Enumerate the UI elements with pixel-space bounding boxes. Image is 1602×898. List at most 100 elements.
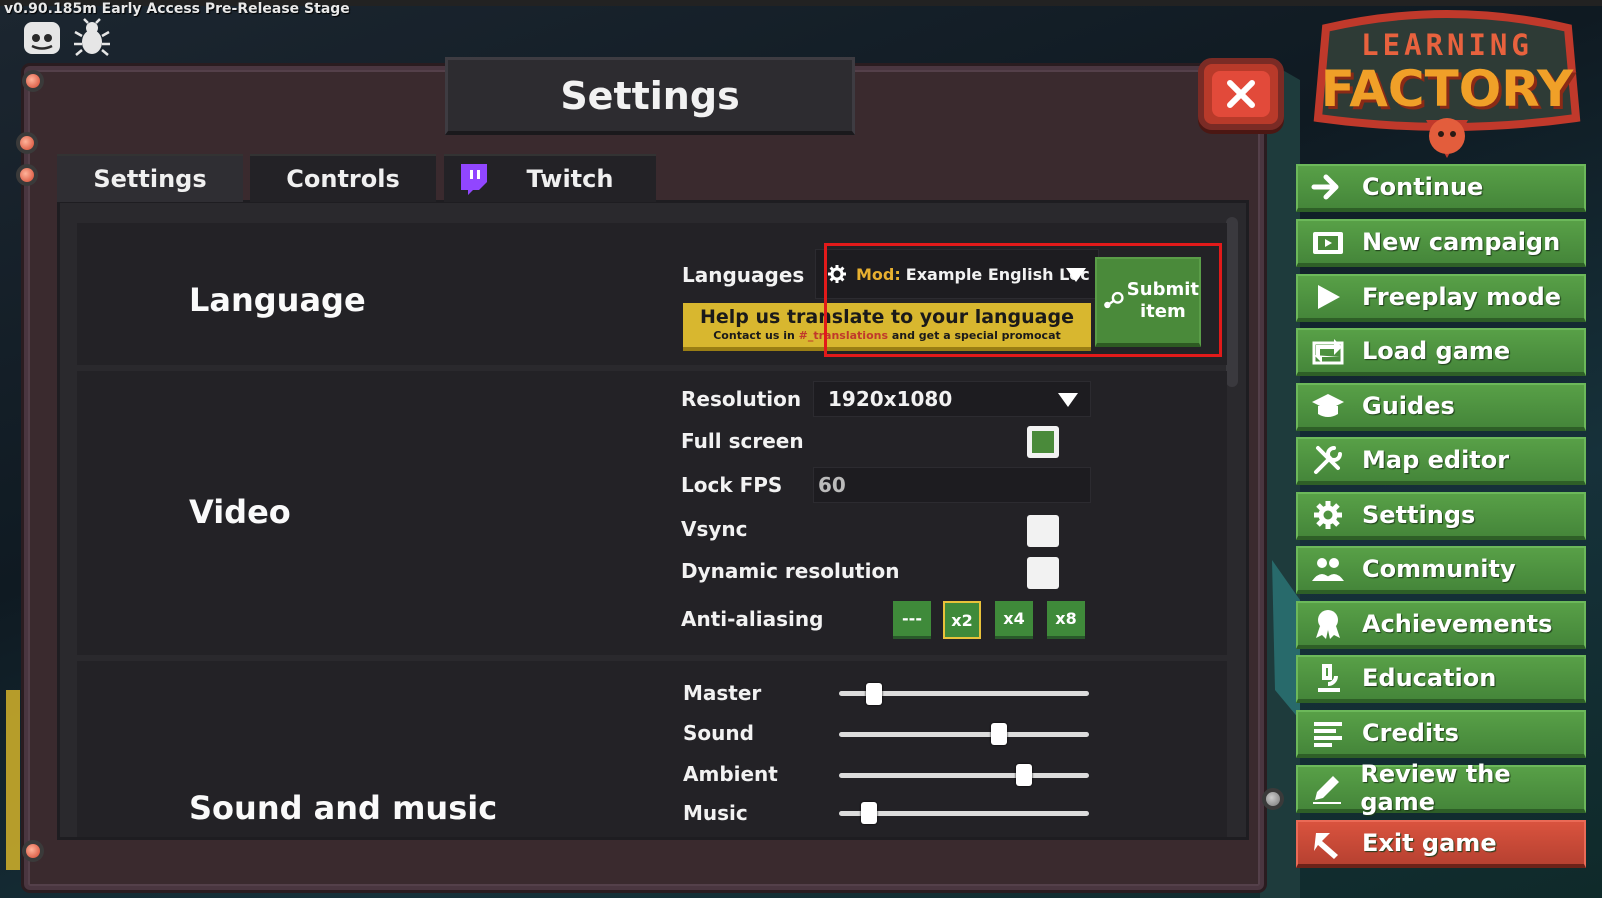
master-label: Master bbox=[683, 681, 762, 705]
graduation-cap-icon bbox=[1308, 390, 1348, 422]
help-title: Help us translate to your language bbox=[700, 306, 1074, 328]
submit-item-button[interactable]: Submit item bbox=[1095, 257, 1201, 347]
reload-icon bbox=[1308, 335, 1348, 367]
scrollbar[interactable] bbox=[1226, 217, 1238, 387]
resolution-value: 1920x1080 bbox=[828, 387, 953, 411]
translation-help-banner[interactable]: Help us translate to your language Conta… bbox=[683, 303, 1091, 351]
music-slider-handle[interactable] bbox=[861, 802, 877, 824]
lockfps-input[interactable]: 60 bbox=[813, 467, 1091, 503]
section-title: Sound and music bbox=[189, 789, 498, 827]
frame-lamp bbox=[22, 70, 44, 92]
selected-language: Example English Loc bbox=[905, 264, 1090, 284]
aa-option-x2[interactable]: x2 bbox=[943, 601, 981, 639]
fullscreen-checkbox[interactable] bbox=[1027, 426, 1059, 458]
menu-button-label: Freeplay mode bbox=[1362, 283, 1562, 311]
gear-icon bbox=[828, 265, 846, 283]
menu-button-label: Continue bbox=[1362, 173, 1484, 201]
version-label: v0.90.185m Early Access Pre-Release Stag… bbox=[4, 1, 350, 17]
settings-content[interactable]: Language Languages Mod: Example English … bbox=[57, 200, 1249, 840]
dynres-label: Dynamic resolution bbox=[681, 559, 900, 583]
menu-button-label: Guides bbox=[1362, 392, 1455, 420]
tab-twitch[interactable]: Twitch bbox=[444, 154, 656, 202]
tab-label: Controls bbox=[286, 165, 400, 193]
menu-button-map-editor[interactable]: Map editor bbox=[1296, 437, 1586, 485]
microscope-icon bbox=[1308, 662, 1348, 694]
resolution-dropdown[interactable]: 1920x1080 bbox=[813, 381, 1091, 417]
menu-button-achievements[interactable]: Achievements bbox=[1296, 601, 1586, 649]
master-slider-handle[interactable] bbox=[866, 683, 882, 705]
sound-section: Sound and music Master Sound Ambient Mus… bbox=[77, 661, 1227, 837]
chevron-down-icon bbox=[1058, 393, 1078, 407]
bug-report-icon[interactable] bbox=[72, 18, 112, 58]
tools-icon bbox=[1308, 444, 1348, 476]
aa-option-x8[interactable]: x8 bbox=[1047, 601, 1085, 639]
arrow-right-icon bbox=[1308, 171, 1348, 203]
ambient-label: Ambient bbox=[683, 762, 778, 786]
sound-slider[interactable] bbox=[839, 732, 1089, 737]
list-icon bbox=[1308, 717, 1348, 749]
tab-controls[interactable]: Controls bbox=[250, 154, 436, 202]
menu-button-exit-game[interactable]: Exit game bbox=[1296, 820, 1586, 868]
tab-settings[interactable]: Settings bbox=[57, 154, 243, 202]
video-section: Video Resolution 1920x1080 Full screen L… bbox=[77, 371, 1227, 655]
steam-icon bbox=[1104, 291, 1124, 309]
logo-line1: LEARNING bbox=[1361, 28, 1533, 62]
menu-button-freeplay-mode[interactable]: Freeplay mode bbox=[1296, 274, 1586, 322]
language-section: Language Languages Mod: Example English … bbox=[77, 223, 1227, 365]
exit-icon bbox=[1308, 827, 1348, 859]
menu-button-community[interactable]: Community bbox=[1296, 546, 1586, 594]
menu-button-label: New campaign bbox=[1362, 228, 1561, 256]
menu-button-label: Exit game bbox=[1362, 829, 1497, 857]
menu-button-guides[interactable]: Guides bbox=[1296, 383, 1586, 431]
close-button[interactable] bbox=[1198, 58, 1284, 130]
aa-option-x4[interactable]: x4 bbox=[995, 601, 1033, 639]
help-sub-suffix: and get a special promocat bbox=[891, 329, 1061, 342]
logo-line2: FACTORY bbox=[1320, 60, 1574, 118]
award-icon bbox=[1308, 608, 1348, 640]
menu-button-load-game[interactable]: Load game bbox=[1296, 328, 1586, 376]
menu-button-credits[interactable]: Credits bbox=[1296, 710, 1586, 758]
language-dropdown[interactable]: Mod: Example English Loc bbox=[815, 249, 1099, 299]
play-icon bbox=[1308, 281, 1348, 313]
close-icon bbox=[1227, 80, 1255, 108]
ambient-slider[interactable] bbox=[839, 773, 1089, 778]
help-channel: #_translations bbox=[798, 329, 888, 342]
menu-button-label: Education bbox=[1362, 664, 1497, 692]
sound-slider-handle[interactable] bbox=[991, 723, 1007, 745]
mod-prefix: Mod: bbox=[856, 264, 901, 284]
window-title: Settings bbox=[445, 57, 855, 135]
submit-label: Submit bbox=[1126, 279, 1199, 300]
people-icon bbox=[1308, 553, 1348, 585]
section-title: Language bbox=[189, 281, 366, 319]
vsync-label: Vsync bbox=[681, 517, 748, 541]
chevron-down-icon bbox=[1066, 268, 1086, 282]
lockfps-label: Lock FPS bbox=[681, 473, 783, 497]
resolution-label: Resolution bbox=[681, 387, 802, 411]
menu-button-label: Achievements bbox=[1362, 610, 1553, 638]
ambient-slider-handle[interactable] bbox=[1016, 764, 1032, 786]
dynres-checkbox[interactable] bbox=[1027, 557, 1059, 589]
menu-button-label: Community bbox=[1362, 555, 1516, 583]
aa-label: Anti-aliasing bbox=[681, 607, 824, 631]
menu-button-label: Credits bbox=[1362, 719, 1459, 747]
menu-button-education[interactable]: Education bbox=[1296, 655, 1586, 703]
menu-button-label: Map editor bbox=[1362, 446, 1510, 474]
languages-label: Languages bbox=[682, 263, 805, 287]
tab-label: Twitch bbox=[526, 165, 614, 193]
menu-button-label: Load game bbox=[1362, 337, 1511, 365]
lockfps-value: 60 bbox=[818, 473, 846, 497]
film-icon bbox=[1308, 226, 1348, 258]
vsync-checkbox[interactable] bbox=[1027, 515, 1059, 547]
menu-button-review-the-game[interactable]: Review the game bbox=[1296, 760, 1586, 816]
fullscreen-label: Full screen bbox=[681, 429, 804, 453]
menu-button-settings[interactable]: Settings bbox=[1296, 492, 1586, 540]
discord-icon[interactable] bbox=[22, 18, 62, 58]
menu-button-label: Review the game bbox=[1360, 760, 1511, 816]
help-sub-prefix: Contact us in bbox=[713, 329, 795, 342]
menu-button-new-campaign[interactable]: New campaign bbox=[1296, 219, 1586, 267]
section-title: Video bbox=[189, 493, 291, 531]
learning-factory-logo: LEARNING FACTORY bbox=[1306, 8, 1588, 158]
gear-icon bbox=[1308, 499, 1348, 531]
menu-button-continue[interactable]: Continue bbox=[1296, 164, 1586, 212]
aa-option-off[interactable]: --- bbox=[893, 601, 931, 639]
